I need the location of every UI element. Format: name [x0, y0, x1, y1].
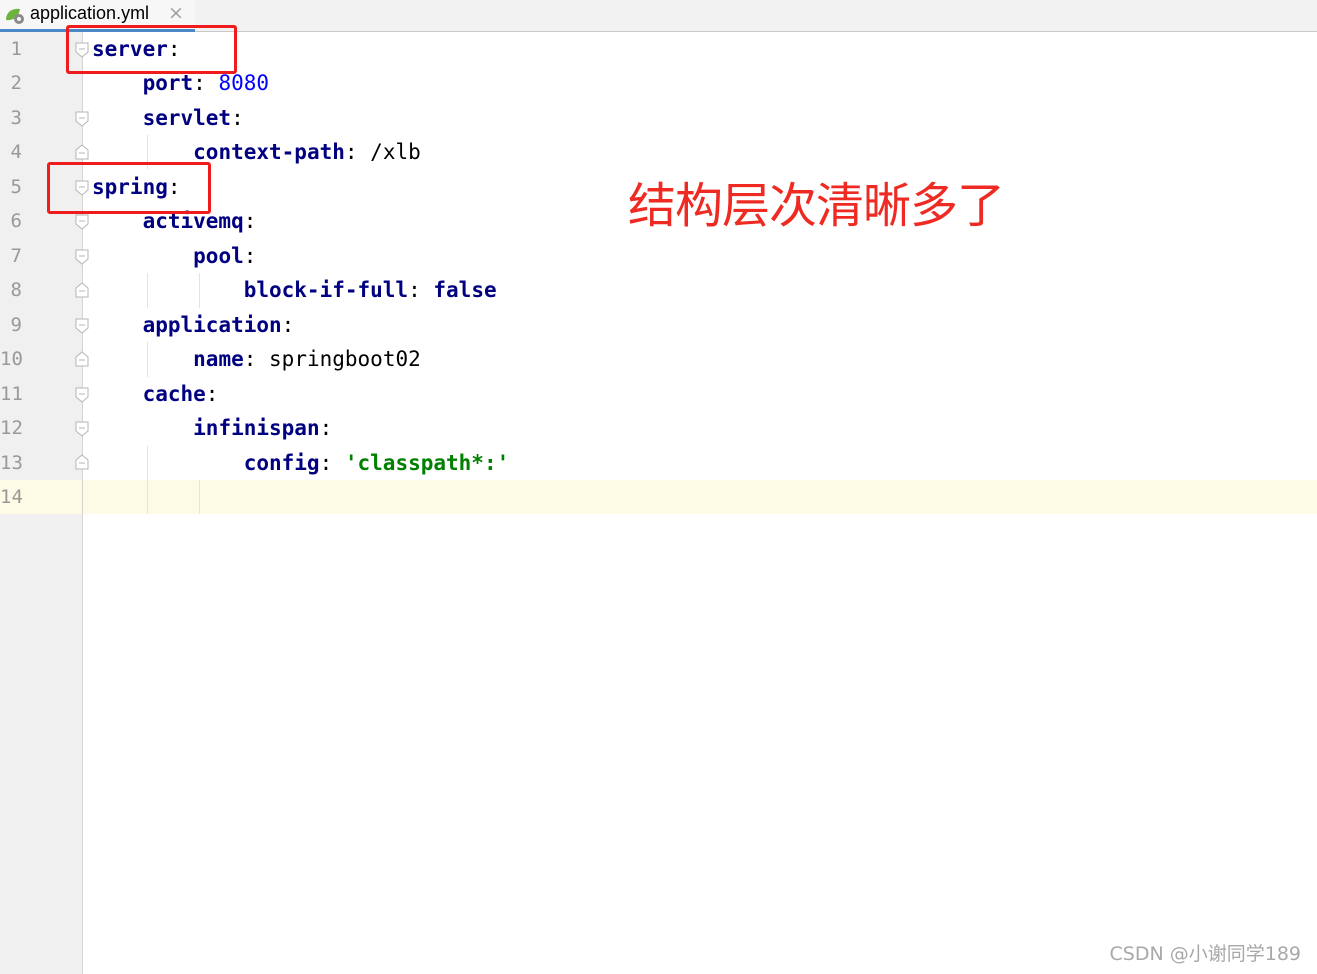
line-number: 12: [0, 417, 23, 439]
tab-title: application.yml: [30, 3, 150, 23]
yaml-text-value: springboot02: [269, 347, 421, 371]
yaml-key: application: [142, 313, 282, 337]
yaml-string-value: 'classpath*:': [344, 451, 510, 475]
line-number: 7: [10, 245, 22, 267]
yaml-key: config: [243, 451, 320, 475]
code-line: infinispan:: [92, 411, 332, 445]
code-line: pool:: [92, 239, 256, 273]
yaml-colon: :: [319, 416, 333, 440]
yaml-colon: :: [319, 451, 345, 475]
line-number: 14: [0, 486, 23, 508]
highlight-box-spring: [47, 162, 211, 214]
line-number: 11: [0, 383, 23, 405]
line-number: 3: [10, 107, 22, 129]
code-line: application:: [92, 308, 295, 342]
code-line: block-if-full: false: [92, 273, 497, 307]
yaml-colon: :: [193, 71, 219, 95]
yaml-boolean-value: false: [433, 278, 497, 302]
yaml-colon: :: [243, 244, 257, 268]
yaml-colon: :: [408, 278, 434, 302]
yaml-colon: :: [281, 313, 295, 337]
code-line: config: 'classpath*:': [92, 446, 510, 480]
yaml-colon: :: [344, 140, 371, 164]
yaml-key: block-if-full: [243, 278, 409, 302]
code-line: servlet:: [92, 101, 244, 135]
spring-leaf-icon: [6, 8, 24, 24]
line-number: 10: [0, 348, 23, 370]
line-number: 9: [10, 314, 22, 336]
watermark: CSDN @小谢同学189: [1109, 943, 1301, 965]
yaml-key: servlet: [142, 106, 232, 130]
line-number: 1: [10, 38, 22, 60]
yaml-colon: :: [231, 106, 244, 130]
yaml-key: cache: [142, 382, 206, 406]
line-number: 5: [10, 176, 22, 198]
yaml-key: infinispan: [193, 416, 320, 440]
current-line-highlight: [83, 480, 1317, 514]
code-line: cache:: [92, 377, 219, 411]
close-icon[interactable]: ×: [168, 2, 184, 24]
yaml-key: name: [193, 347, 244, 371]
yaml-key: port: [142, 71, 194, 95]
yaml-number-value: 8080: [218, 71, 270, 95]
line-number: 4: [10, 141, 22, 163]
line-number: 8: [10, 279, 22, 301]
yaml-colon: :: [243, 209, 257, 233]
yaml-text-value: /xlb: [370, 140, 421, 164]
annotation-note: 结构层次清晰多了: [628, 178, 1005, 234]
yaml-key: pool: [193, 244, 244, 268]
yaml-colon: :: [243, 347, 270, 371]
code-line: name: springboot02: [92, 342, 421, 376]
yaml-colon: :: [205, 382, 219, 406]
line-number: 2: [10, 72, 22, 94]
highlight-box-server: [66, 25, 237, 74]
line-number: 13: [0, 452, 23, 474]
yaml-key: context-path: [193, 140, 345, 164]
indent-guide: [199, 480, 200, 514]
line-number: 6: [10, 210, 22, 232]
